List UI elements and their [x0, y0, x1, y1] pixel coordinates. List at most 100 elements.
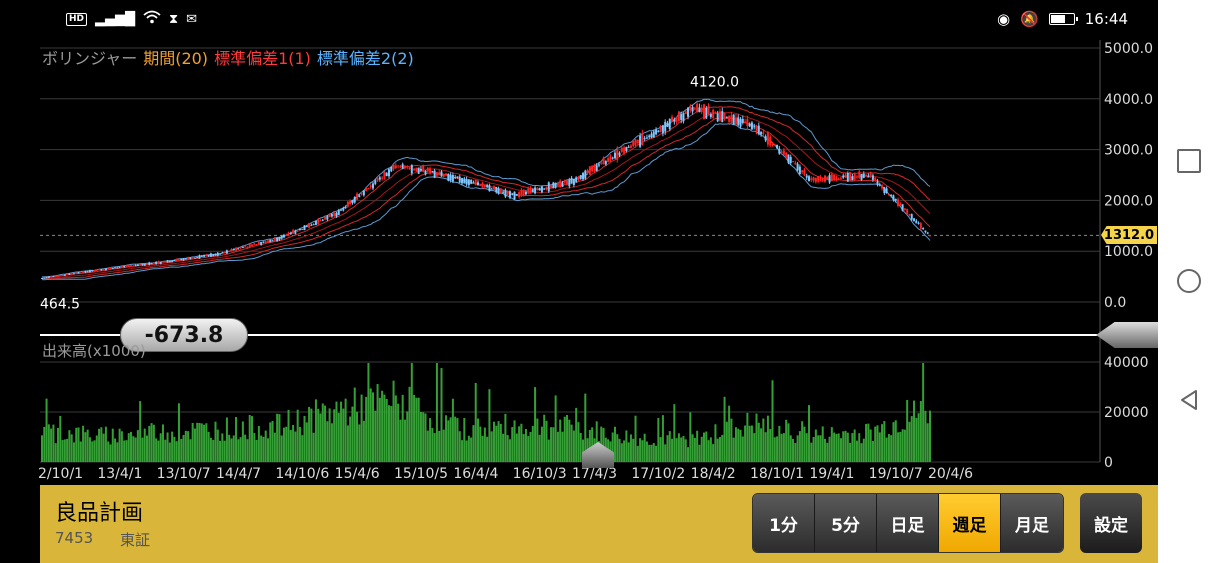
volume-bar — [808, 405, 811, 462]
volume-bar — [426, 430, 429, 462]
recent-apps-icon[interactable] — [1177, 149, 1201, 173]
candle-up — [82, 272, 85, 274]
candle-up — [481, 182, 484, 188]
candle-down — [467, 179, 470, 186]
volume-bar — [639, 438, 642, 462]
wifi-icon — [143, 10, 161, 28]
candle-up — [897, 199, 900, 206]
volume-bar — [894, 420, 897, 462]
candle-down — [584, 170, 587, 179]
legend-sd1: 標準偏差1(1) — [214, 49, 311, 68]
candle-down — [180, 258, 183, 261]
volume-bar — [812, 436, 815, 462]
candle-down — [111, 268, 114, 270]
volume-bar — [534, 387, 537, 462]
volume-bar — [77, 427, 80, 462]
candle-up — [821, 178, 824, 181]
volume-bar — [143, 428, 146, 462]
candle-up — [273, 237, 276, 241]
candle-up — [689, 107, 692, 111]
volume-bar — [728, 405, 731, 462]
candle-down — [77, 271, 80, 274]
candle-down — [143, 263, 146, 266]
volume-bar — [177, 403, 180, 462]
chart-area[interactable]: 5000.0 4000.0 3000.0 2000.0 1000.0 0.0 40000 20… — [0, 40, 1158, 485]
volume-bar — [84, 432, 87, 462]
volume-bar — [913, 400, 916, 462]
volume-bar — [492, 421, 495, 462]
candle-up — [399, 165, 402, 167]
volume-bar — [146, 435, 149, 462]
volume-bar — [424, 413, 427, 462]
candle-down — [171, 260, 174, 263]
candle-up — [527, 188, 530, 194]
candle-up — [844, 174, 847, 177]
candle-up — [187, 257, 190, 260]
candle-down — [116, 267, 119, 269]
volume-bar — [760, 428, 763, 462]
candle-up — [588, 166, 591, 175]
volume-bar — [657, 417, 660, 462]
volume-bar — [782, 433, 785, 462]
volume-tick-label: 40000 — [1104, 355, 1149, 371]
candle-up — [367, 188, 370, 190]
candle-down — [732, 114, 735, 125]
candle-down — [721, 111, 724, 123]
volume-bar — [358, 424, 361, 462]
android-nav-bar — [1158, 0, 1220, 563]
volume-bar — [785, 419, 788, 462]
candle-down — [424, 170, 427, 175]
candle-down — [842, 175, 845, 178]
volume-bar — [518, 426, 521, 462]
volume-bar — [353, 387, 356, 462]
period-button-weekly[interactable]: 週足 — [939, 494, 1001, 552]
volume-bar — [253, 433, 256, 462]
candle-down — [196, 257, 199, 259]
volume-bar — [483, 427, 486, 462]
volume-bar — [102, 433, 105, 462]
volume-bar — [572, 430, 575, 462]
volume-bar — [819, 435, 822, 462]
candle-up — [107, 268, 110, 270]
volume-bar — [479, 426, 482, 462]
period-button-1min[interactable]: 1分 — [753, 494, 815, 552]
price-tick-label: 5000.0 — [1104, 41, 1153, 57]
period-button-daily[interactable]: 日足 — [877, 494, 939, 552]
home-icon[interactable] — [1177, 269, 1201, 293]
candle-up — [771, 144, 774, 146]
candle-up — [109, 267, 112, 270]
volume-bar — [82, 425, 85, 462]
candle-down — [682, 113, 685, 122]
volume-bar — [897, 432, 900, 462]
volume-bar — [851, 433, 854, 462]
candle-up — [248, 243, 251, 248]
candle-up — [817, 176, 820, 182]
candle-up — [919, 223, 922, 229]
candle-down — [241, 247, 244, 249]
settings-button[interactable]: 設定 — [1080, 493, 1142, 553]
eye-icon: ◉ — [996, 10, 1011, 28]
volume-bar — [442, 429, 445, 462]
candle-down — [862, 173, 865, 178]
candle-up — [659, 125, 662, 132]
volume-bar — [287, 409, 290, 462]
period-button-monthly[interactable]: 月足 — [1001, 494, 1063, 552]
candle-up — [285, 234, 288, 236]
candle-down — [148, 262, 151, 265]
candle-up — [365, 187, 368, 192]
volume-bar — [801, 421, 804, 462]
hourglass-icon: ⧗ — [169, 11, 179, 27]
volume-bar — [919, 401, 922, 462]
volume-bar — [652, 443, 655, 462]
volume-bar — [659, 437, 662, 462]
candle-down — [739, 118, 742, 127]
volume-bar — [903, 429, 906, 462]
volume-bar — [878, 432, 881, 462]
candle-up — [253, 243, 256, 246]
candle-down — [666, 122, 669, 127]
period-button-5min[interactable]: 5分 — [815, 494, 877, 552]
candle-down — [419, 168, 422, 171]
back-icon[interactable] — [1177, 388, 1201, 412]
candle-up — [442, 173, 445, 177]
volume-bar — [855, 440, 858, 462]
